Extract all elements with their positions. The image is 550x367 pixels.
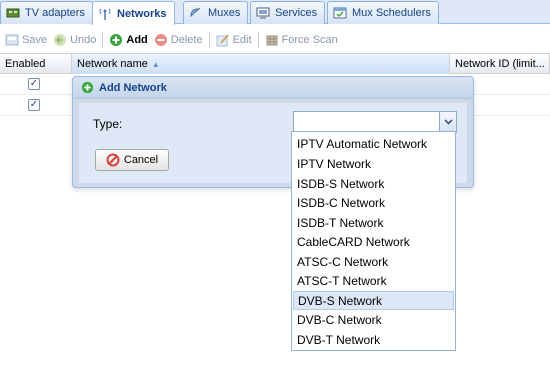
tab-label: Muxes bbox=[208, 7, 241, 19]
cancel-button[interactable]: Cancel bbox=[95, 149, 169, 171]
edit-label: Edit bbox=[232, 34, 252, 46]
tab-bar: TV adapters Networks Muxes Services Mux … bbox=[0, 0, 550, 25]
enabled-checkbox[interactable]: ✓ bbox=[28, 78, 40, 90]
toolbar: Save Undo Add Delete Edit Force Scan bbox=[0, 29, 550, 51]
dropdown-option-hovered[interactable]: DVB-S Network bbox=[293, 291, 454, 310]
type-label: Type: bbox=[93, 117, 123, 131]
dropdown-option[interactable]: DVB-T Network bbox=[293, 330, 454, 349]
tab-services[interactable]: Services bbox=[250, 1, 326, 24]
dropdown-trigger[interactable] bbox=[439, 112, 456, 132]
chevron-down-icon bbox=[443, 119, 453, 125]
delete-button[interactable]: Delete bbox=[151, 30, 206, 50]
scan-icon bbox=[266, 35, 278, 46]
column-header-network-id[interactable]: Network ID (limit... bbox=[450, 54, 550, 74]
tab-label: Networks bbox=[117, 7, 167, 20]
calendar-check-icon bbox=[333, 7, 347, 19]
tab-tv-adapters[interactable]: TV adapters bbox=[0, 1, 93, 24]
cancel-icon bbox=[106, 153, 120, 167]
antenna-icon bbox=[99, 8, 111, 20]
monitor-icon bbox=[256, 7, 270, 19]
toolbar-separator bbox=[102, 32, 104, 48]
column-header-network-name[interactable]: Network name ▲ bbox=[72, 54, 450, 74]
tab-label: TV adapters bbox=[25, 7, 85, 19]
type-dropdown-list: IPTV Automatic Network IPTV Network ISDB… bbox=[291, 131, 456, 351]
undo-label: Undo bbox=[70, 34, 97, 46]
tab-networks[interactable]: Networks bbox=[92, 1, 175, 25]
column-header-enabled[interactable]: Enabled bbox=[0, 54, 72, 74]
add-icon bbox=[81, 81, 94, 94]
dialog-title-bar[interactable]: Add Network bbox=[73, 77, 473, 99]
sort-ascending-icon: ▲ bbox=[151, 59, 160, 69]
tab-mux-schedulers[interactable]: Mux Schedulers bbox=[327, 1, 439, 24]
dropdown-option[interactable]: IPTV Automatic Network bbox=[293, 134, 454, 153]
dropdown-option[interactable]: CableCARD Network bbox=[293, 232, 454, 251]
enabled-checkbox[interactable]: ✓ bbox=[28, 99, 40, 111]
save-icon bbox=[5, 34, 19, 46]
toolbar-separator bbox=[257, 32, 259, 48]
add-button[interactable]: Add bbox=[106, 30, 150, 50]
dropdown-option[interactable]: ISDB-C Network bbox=[293, 193, 454, 212]
dropdown-option[interactable]: ISDB-T Network bbox=[293, 213, 454, 232]
tab-label: Mux Schedulers bbox=[352, 7, 431, 19]
dropdown-option[interactable]: ATSC-T Network bbox=[293, 271, 454, 290]
tab-label: Services bbox=[275, 7, 318, 19]
satellite-dish-icon bbox=[190, 7, 201, 18]
toolbar-separator bbox=[208, 32, 210, 48]
dropdown-option[interactable]: DVB-C Network bbox=[293, 310, 454, 329]
dropdown-option[interactable]: ISDB-S Network bbox=[293, 174, 454, 193]
force-scan-button[interactable]: Force Scan bbox=[262, 30, 341, 50]
undo-button[interactable]: Undo bbox=[50, 30, 99, 50]
save-label: Save bbox=[22, 34, 48, 46]
dropdown-option[interactable]: ATSC-C Network bbox=[293, 252, 454, 271]
add-label: Add bbox=[126, 34, 148, 46]
delete-icon bbox=[154, 34, 167, 46]
delete-label: Delete bbox=[170, 34, 203, 46]
add-icon bbox=[110, 34, 123, 46]
edit-icon bbox=[216, 34, 229, 47]
dropdown-option[interactable]: IPTV Network bbox=[293, 154, 454, 173]
cancel-label: Cancel bbox=[123, 154, 159, 166]
tab-muxes[interactable]: Muxes bbox=[183, 1, 249, 24]
edit-button[interactable]: Edit bbox=[213, 30, 255, 50]
save-button[interactable]: Save bbox=[2, 30, 50, 50]
grid-header: Enabled Network name ▲ Network ID (limit… bbox=[0, 53, 550, 74]
dialog-title: Add Network bbox=[99, 81, 167, 94]
tv-card-icon bbox=[6, 8, 20, 18]
type-combobox[interactable] bbox=[293, 111, 457, 133]
force-scan-label: Force Scan bbox=[281, 34, 338, 46]
undo-icon bbox=[54, 34, 67, 46]
